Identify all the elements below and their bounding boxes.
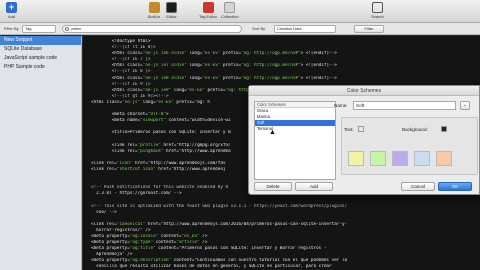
search-input[interactable]: zotter (62, 25, 242, 33)
background-color-label: Background: (402, 127, 428, 132)
filter-by-select[interactable]: Tag (22, 25, 56, 33)
swatch-orange[interactable] (436, 151, 452, 166)
background-color-well[interactable] (441, 126, 447, 132)
search-toolbar-label: Search (371, 14, 384, 19)
scheme-name-field[interactable]: Soft (353, 101, 456, 110)
sidebar-item-php-sample[interactable]: PHP Sample code (0, 63, 81, 72)
mouse-pointer-icon: ▲ (269, 129, 276, 136)
search-icon (371, 2, 383, 13)
cancel-button[interactable]: Cancel (401, 182, 435, 191)
swatch-purple[interactable] (392, 151, 408, 166)
sidebar-item-sqlite-database[interactable]: SQLite Database (0, 45, 81, 54)
tag-icon (202, 2, 214, 13)
sort-by-label: Sort By (252, 26, 266, 31)
dialog-title: Color Schemes (249, 86, 479, 96)
swatch-green[interactable] (370, 151, 386, 166)
tag-editor-toolbar-label: Tag Editor (199, 14, 218, 19)
collection-toolbar-button[interactable]: Collection (221, 2, 239, 19)
scheme-options-button[interactable]: ⌄ (460, 101, 470, 110)
text-color-label: Text: (344, 127, 354, 132)
color-preview-panel: Text: Background: (341, 117, 478, 175)
text-color-well[interactable] (358, 126, 364, 132)
app-window: + Add Built-in Editor Tag Editor Collect… (0, 0, 480, 270)
add-toolbar-label: Add (7, 14, 16, 19)
search-toolbar-button[interactable]: Search (371, 2, 384, 19)
sidebar-item-new-snippet[interactable]: New Snippet (0, 36, 81, 45)
toolbar: + Add Built-in Editor Tag Editor Collect… (0, 0, 480, 23)
search-input-value: zotter (71, 26, 82, 31)
chevron-down-icon: ⌄ (462, 102, 468, 108)
tag-editor-toolbar-button[interactable]: Tag Editor (199, 2, 217, 19)
terminal-icon (166, 2, 177, 13)
add-scheme-button[interactable]: Add (295, 182, 333, 191)
snippet-sidebar: New Snippet SQLite Database JavaScript s… (0, 36, 82, 270)
sort-by-select[interactable]: Creation Date (274, 25, 336, 33)
editor-toolbar-button[interactable]: Editor (166, 2, 177, 19)
swatch-yellow[interactable] (348, 151, 364, 166)
swatch-blue[interactable] (414, 151, 430, 166)
search-icon (65, 27, 69, 31)
scheme-item-terminal[interactable]: Terminal (255, 126, 335, 132)
collection-toolbar-label: Collection (221, 14, 239, 19)
ok-button[interactable]: OK (438, 182, 472, 191)
filter-button[interactable]: Filter (354, 25, 384, 33)
builtin-toolbar-label: Built-in (148, 14, 161, 19)
name-label: Name: (334, 103, 348, 108)
builtin-icon (148, 2, 160, 13)
plus-icon: + (6, 2, 17, 13)
delete-scheme-button[interactable]: Delete (254, 182, 292, 191)
filter-by-label: Filter By (4, 26, 19, 31)
filter-bar: Filter By Tag zotter Sort By Creation Da… (0, 23, 480, 35)
collection-icon (224, 2, 236, 13)
color-scheme-list: Color Schemes Dracu Marina Soft Terminal (254, 101, 336, 180)
editor-toolbar-label: Editor (166, 14, 177, 19)
code-line: sencilla que resulta utilizar bases de d… (91, 264, 332, 270)
add-toolbar-button[interactable]: + Add (6, 2, 17, 19)
sidebar-item-javascript-sample[interactable]: JavaScript sample code (0, 54, 81, 63)
builtin-toolbar-button[interactable]: Built-in (148, 2, 160, 19)
color-schemes-dialog: Color Schemes Color Schemes Dracu Marina… (248, 85, 480, 195)
